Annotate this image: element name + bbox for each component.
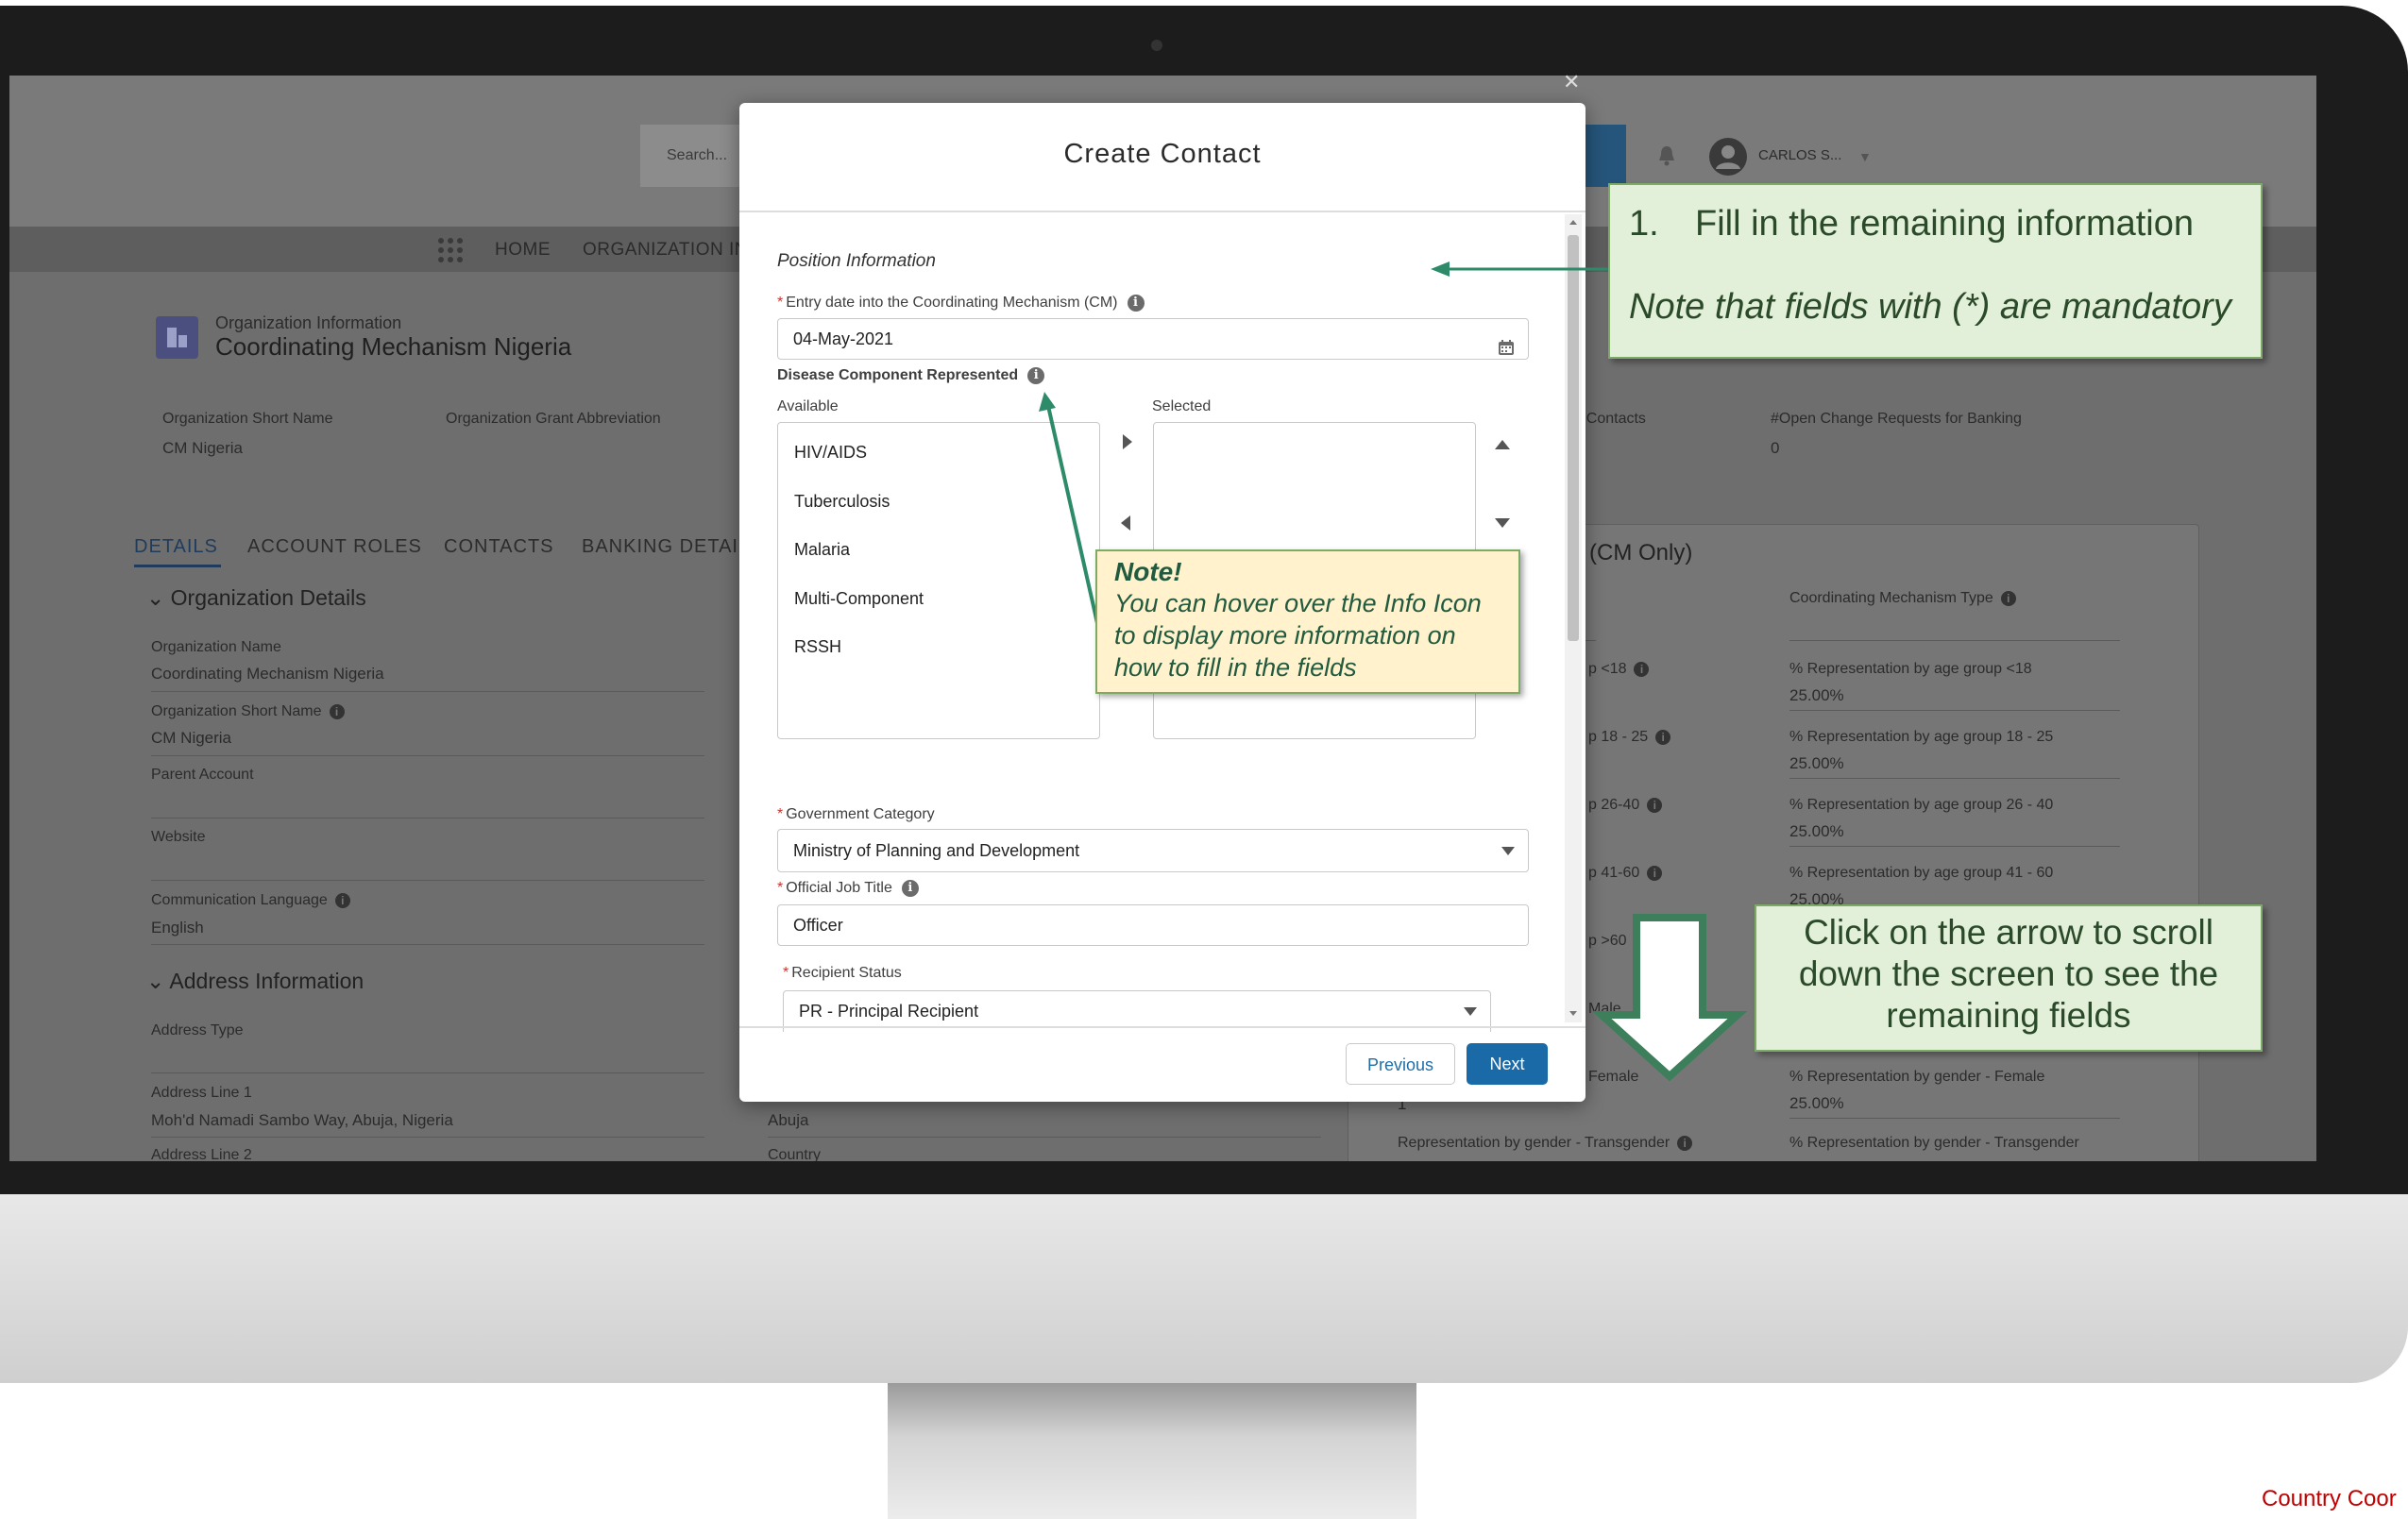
instruction-callout: 1. Fill in the remaining information Not…	[1608, 183, 2263, 359]
step-text: Fill in the remaining information	[1695, 204, 2195, 244]
monitor-frame: Search... CARLOS S... ▼ HOME ORGANIZATIO…	[0, 0, 2408, 1519]
step-number: 1.	[1629, 204, 1659, 244]
step-note: Note that fields with (*) are mandatory	[1629, 287, 2231, 327]
arrow-to-section	[1431, 262, 1610, 277]
note-title: Note!	[1114, 557, 1182, 586]
footer-text: Country Coor	[2262, 1486, 2397, 1511]
scroll-callout: Click on the arrow to scroll down the sc…	[1755, 904, 2263, 1052]
down-arrow-icon	[1591, 914, 1748, 1082]
arrow-to-info-icon	[1039, 392, 1099, 624]
scroll-text: Click on the arrow to scroll down the sc…	[1798, 913, 2219, 1035]
note-text: You can hover over the Info Icon to disp…	[1114, 589, 1482, 682]
info-note-callout: Note! You can hover over the Info Icon t…	[1095, 549, 1520, 694]
